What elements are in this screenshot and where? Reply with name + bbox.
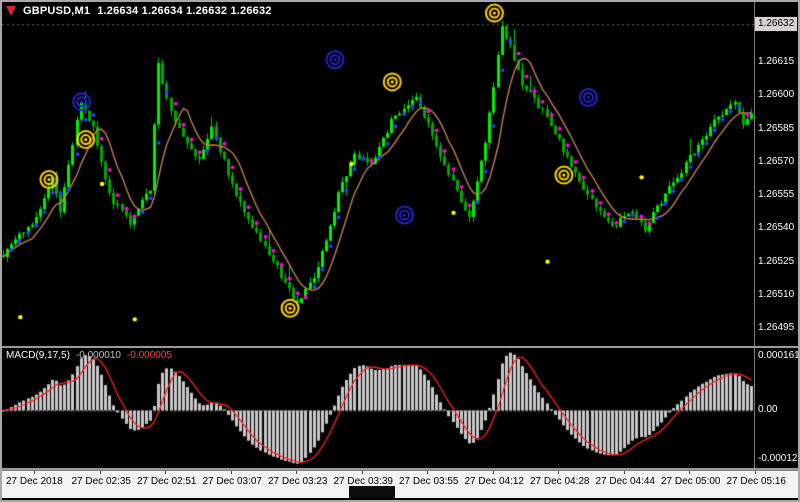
price-chart-canvas[interactable]	[2, 2, 754, 346]
time-tick	[754, 471, 756, 474]
time-label: 27 Dec 03:55	[399, 476, 459, 487]
time-tick	[492, 471, 494, 474]
price-grid-label: 1.26495	[758, 322, 795, 334]
macd-indicator-label: MACD(9,17,5) -0.000010 -0.000005	[6, 350, 172, 361]
time-label: 27 Dec 02:51	[137, 476, 197, 487]
time-label: 27 Dec 03:07	[202, 476, 263, 487]
price-grid-label: 1.26615	[758, 55, 795, 67]
time-tick	[558, 471, 559, 474]
time-label: 27 Dec 03:23	[268, 476, 328, 487]
macd-name-label: MACD(9,17,5)	[6, 350, 70, 361]
bid-price-box: 1.26632	[755, 17, 797, 32]
symbol-label: GBPUSD,M1	[23, 5, 91, 17]
symbol-marker-icon	[6, 6, 16, 16]
time-label: 27 Dec 05:00	[661, 476, 721, 487]
macd-chart-canvas[interactable]	[2, 348, 754, 468]
ohlc-label: 1.26634 1.26634 1.26632 1.26632	[97, 5, 272, 17]
time-tick	[34, 471, 35, 474]
price-grid-label: 1.26525	[758, 255, 795, 267]
price-grid-label: 1.26510	[758, 288, 795, 300]
time-tick	[623, 471, 625, 474]
macd-zero-label: 0.00	[758, 404, 778, 416]
panel-separator-1[interactable]	[2, 346, 798, 348]
time-label: 27 Dec 04:44	[595, 476, 656, 487]
time-label: 27 Dec 2018	[6, 476, 63, 487]
macd-axis[interactable]: 0.000161 0.00 -0.000126	[754, 348, 798, 468]
time-label: 27 Dec 05:16	[726, 476, 787, 487]
time-tick	[165, 471, 166, 474]
time-label: 27 Dec 02:35	[71, 476, 132, 487]
chart-window: GBPUSD,M1 1.26634 1.26634 1.26632 1.2663…	[0, 0, 800, 502]
time-axis[interactable]: 27 Dec 2018 27 Dec 02:35 27 Dec 02:51 27 De…	[2, 470, 798, 498]
time-label: 27 Dec 03:39	[333, 476, 394, 487]
macd-min-label: -0.000126	[758, 453, 800, 464]
time-tick	[230, 471, 232, 474]
macd-panel[interactable]	[2, 348, 754, 468]
price-grid-label: 1.26540	[758, 222, 795, 234]
price-grid-label: 1.26570	[758, 155, 795, 167]
time-tick	[99, 471, 101, 474]
price-grid-label: 1.26600	[758, 89, 795, 101]
price-grid-label: 1.26555	[758, 189, 795, 201]
time-tick	[361, 471, 363, 474]
time-tick	[427, 471, 428, 474]
price-chart-area[interactable]	[2, 2, 754, 346]
macd-signal-value: -0.000005	[126, 350, 172, 361]
price-axis[interactable]: 1.26632 1.26615 1.26600 1.26585 1.26570 1.26…	[754, 2, 797, 346]
macd-max-label: 0.000161	[758, 350, 800, 361]
chart-title: GBPUSD,M1 1.26634 1.26634 1.26632 1.2663…	[6, 5, 272, 17]
time-label: 27 Dec 04:12	[464, 476, 525, 487]
h-scrollbar-thumb[interactable]	[349, 486, 395, 498]
macd-main-value: -0.000010	[75, 350, 121, 361]
price-grid-label: 1.26585	[758, 122, 795, 134]
time-tick	[296, 471, 297, 474]
time-tick	[689, 471, 690, 474]
time-label: 27 Dec 04:28	[530, 476, 590, 487]
